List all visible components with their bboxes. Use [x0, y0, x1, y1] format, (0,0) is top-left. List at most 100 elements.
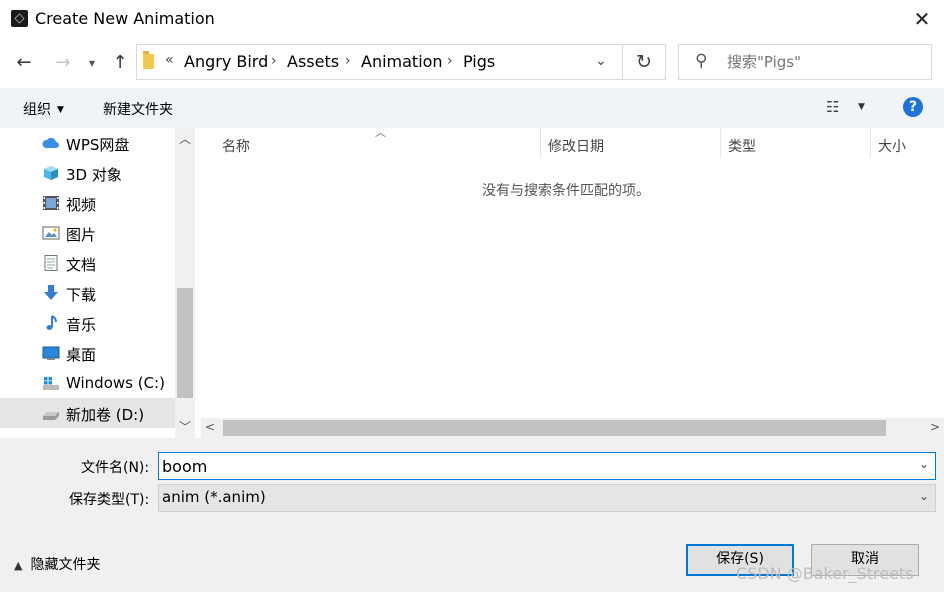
- save-form: 文件名(N): ⌄ 保存类型(T): anim (*.anim) ⌄ ▲ 隐藏文件…: [0, 438, 944, 592]
- watermark: CSDN @Baker_Streets: [736, 564, 914, 583]
- command-toolbar: 组织 ▼ 新建文件夹 ☷ ▼ ?: [0, 88, 944, 128]
- new-folder-button[interactable]: 新建文件夹: [103, 99, 173, 119]
- close-icon: ✕: [913, 7, 931, 31]
- folder-icon: [143, 51, 154, 69]
- breadcrumb-animation[interactable]: Animation: [361, 52, 443, 71]
- scroll-left-icon[interactable]: <: [205, 420, 215, 434]
- drive-icon: [43, 412, 59, 420]
- unity-icon: [11, 10, 28, 27]
- filetype-value: anim (*.anim): [162, 488, 266, 506]
- desktop-icon: [42, 346, 60, 360]
- cloud-icon: [42, 137, 59, 148]
- sort-ascending-icon: ︿: [375, 126, 386, 139]
- sidebar-item-desktop[interactable]: 桌面: [0, 338, 175, 368]
- sidebar-item-label: 文档: [66, 256, 97, 274]
- navigation-pane-scrollbar[interactable]: ︿ ﹀: [175, 128, 195, 438]
- organize-button[interactable]: 组织 ▼: [23, 99, 64, 119]
- sidebar-item-3d-objects[interactable]: 3D 对象: [0, 158, 175, 188]
- forward-button[interactable]: →: [50, 50, 76, 76]
- column-divider[interactable]: [720, 128, 721, 158]
- chevron-right-icon[interactable]: ›: [345, 53, 351, 69]
- music-icon: [46, 315, 57, 330]
- sidebar-item-label: 桌面: [66, 346, 97, 364]
- cube-icon: [44, 166, 58, 180]
- help-icon[interactable]: ?: [903, 97, 923, 117]
- search-box[interactable]: ⚲: [678, 44, 932, 80]
- recent-locations-button[interactable]: ▾: [82, 50, 102, 76]
- navigation-bar: ← → ▾ ↑ « Angry Bird › Assets › Animatio…: [0, 38, 944, 88]
- column-divider[interactable]: [540, 128, 541, 158]
- file-list: ︿ 名称 修改日期 类型 大小 没有与搜索条件匹配的项。 < >: [195, 126, 944, 438]
- empty-state-message: 没有与搜索条件匹配的项。: [482, 183, 650, 199]
- column-header-type[interactable]: 类型: [728, 136, 756, 156]
- picture-icon: [42, 226, 60, 240]
- filetype-label: 保存类型(T):: [69, 492, 150, 508]
- arrow-right-icon: →: [55, 52, 71, 73]
- sidebar-item-drive-d[interactable]: 新加卷 (D:): [0, 398, 175, 428]
- document-icon: [44, 255, 58, 271]
- sidebar-item-videos[interactable]: 视频: [0, 188, 175, 218]
- sidebar-item-label: 新加卷 (D:): [66, 406, 145, 424]
- window-title: Create New Animation: [35, 9, 215, 28]
- sidebar-item-music[interactable]: 音乐: [0, 308, 175, 338]
- scrollbar-thumb[interactable]: [223, 420, 886, 436]
- address-bar[interactable]: « Angry Bird › Assets › Animation › Pigs…: [136, 44, 623, 80]
- column-header-size[interactable]: 大小: [878, 136, 906, 156]
- scroll-right-icon[interactable]: >: [930, 420, 940, 434]
- sidebar-item-label: 视频: [66, 196, 97, 214]
- video-icon: [43, 196, 59, 210]
- sidebar-item-label: 图片: [66, 226, 97, 244]
- back-button[interactable]: ←: [11, 50, 37, 76]
- organize-label: 组织: [23, 102, 51, 118]
- refresh-icon: ↻: [636, 51, 652, 73]
- column-header-modified[interactable]: 修改日期: [548, 136, 604, 156]
- arrow-left-icon: ←: [16, 52, 32, 73]
- scrollbar-thumb[interactable]: [177, 288, 193, 398]
- search-input[interactable]: [727, 45, 917, 79]
- sidebar-item-label: 3D 对象: [66, 166, 122, 184]
- chevron-up-icon: ▲: [14, 559, 23, 572]
- sidebar-item-wps-cloud[interactable]: WPS网盘: [0, 128, 175, 158]
- download-icon: [44, 285, 58, 300]
- arrow-up-icon: ↑: [112, 52, 128, 73]
- view-options-icon[interactable]: ☷: [826, 98, 839, 116]
- windows-drive-icon: [43, 377, 59, 390]
- filename-combobox[interactable]: ⌄: [158, 452, 936, 480]
- chevron-down-icon: ▾: [88, 56, 96, 70]
- chevron-down-icon[interactable]: ⌄: [919, 457, 929, 471]
- view-dropdown-icon[interactable]: ▼: [858, 102, 865, 112]
- sidebar-item-windows-c[interactable]: Windows (C:): [0, 368, 175, 398]
- sidebar-item-label: WPS网盘: [66, 136, 130, 154]
- sidebar-item-documents[interactable]: 文档: [0, 248, 175, 278]
- address-dropdown-icon[interactable]: ⌄: [595, 53, 607, 69]
- refresh-button[interactable]: ↻: [623, 44, 666, 80]
- chevron-down-icon[interactable]: ⌄: [919, 489, 929, 503]
- hide-folders-label: 隐藏文件夹: [30, 557, 101, 573]
- breadcrumb-pigs[interactable]: Pigs: [463, 52, 495, 71]
- chevron-right-icon[interactable]: ›: [271, 53, 277, 69]
- hide-folders-button[interactable]: ▲ 隐藏文件夹: [14, 554, 100, 574]
- filename-label: 文件名(N):: [81, 460, 150, 476]
- up-button[interactable]: ↑: [107, 50, 133, 76]
- navigation-pane: WPS网盘 3D 对象 视频 图片 文档 下载 音乐 桌面 Windows (C…: [0, 128, 195, 438]
- column-divider[interactable]: [870, 128, 871, 158]
- close-button[interactable]: ✕: [904, 4, 940, 34]
- breadcrumb-overflow[interactable]: «: [165, 52, 174, 68]
- filename-input[interactable]: [162, 453, 902, 479]
- breadcrumb-angry-bird[interactable]: Angry Bird: [184, 52, 268, 71]
- column-header-name[interactable]: 名称: [222, 136, 250, 156]
- search-icon: ⚲: [695, 51, 708, 71]
- sidebar-item-label: 下载: [66, 286, 97, 304]
- filetype-select[interactable]: anim (*.anim) ⌄: [158, 484, 936, 512]
- sidebar-item-pictures[interactable]: 图片: [0, 218, 175, 248]
- sidebar-item-label: 音乐: [66, 316, 97, 334]
- breadcrumb-assets[interactable]: Assets: [287, 52, 339, 71]
- sidebar-item-downloads[interactable]: 下载: [0, 278, 175, 308]
- title-bar: Create New Animation ✕: [0, 0, 944, 38]
- horizontal-scrollbar[interactable]: < >: [201, 418, 944, 438]
- sidebar-item-label: Windows (C:): [66, 374, 165, 392]
- scroll-up-icon[interactable]: ︿: [175, 130, 195, 147]
- chevron-down-icon: ▼: [57, 105, 64, 115]
- chevron-right-icon[interactable]: ›: [447, 53, 453, 69]
- scroll-down-icon[interactable]: ﹀: [175, 418, 195, 435]
